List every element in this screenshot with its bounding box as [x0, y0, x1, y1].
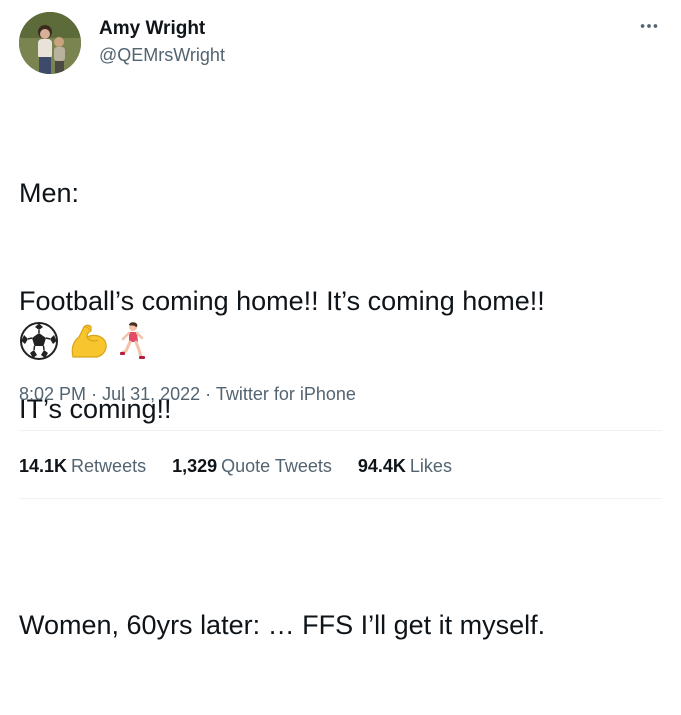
divider [19, 430, 662, 431]
meta-separator: · [205, 384, 212, 404]
likes-count: 94.4K [357, 456, 406, 476]
emoji-row [19, 320, 147, 362]
soccer-ball-icon [20, 322, 58, 360]
likes-label: Likes [409, 456, 452, 476]
quote-tweets-count: 1,329 [172, 456, 218, 476]
quote-tweets-stat[interactable]: 1,329 Quote Tweets [172, 456, 332, 477]
retweets-count: 14.1K [19, 456, 68, 476]
flexed-biceps-icon [71, 324, 107, 358]
more-dots-icon [640, 24, 658, 28]
avatar[interactable] [19, 12, 81, 74]
retweets-stat[interactable]: 14.1K Retweets [19, 456, 146, 477]
tweet-date-link[interactable]: Jul 31, 2022 [102, 384, 200, 404]
likes-stat[interactable]: 94.4K Likes [358, 456, 452, 477]
retweets-label: Retweets [71, 456, 147, 476]
tweet-stats: 14.1K Retweets 1,329 Quote Tweets 94.4K Lik… [19, 456, 452, 477]
tweet-text: Men: Football’s coming home!! It’s comin… [19, 103, 659, 715]
tweet-text-line: Men: [19, 178, 80, 208]
tweet-text-line: Football’s coming home!! It’s coming hom… [19, 286, 545, 316]
avatar-photo-icon [19, 12, 81, 74]
tweet-time-link[interactable]: 8:02 PM [19, 384, 86, 404]
more-options-button[interactable] [637, 14, 661, 38]
quote-tweets-label: Quote Tweets [221, 456, 332, 476]
tweet-source-link[interactable]: Twitter for iPhone [216, 384, 356, 404]
tweet-meta: 8:02 PM · Jul 31, 2022 · Twitter for iPh… [19, 384, 356, 405]
author-handle[interactable]: @QEMrsWright [99, 45, 225, 66]
woman-running-icon [120, 322, 145, 359]
tweet-text-line [19, 499, 659, 535]
tweet-card: Amy Wright @QEMrsWright Men: Football’s … [0, 0, 681, 640]
author-name[interactable]: Amy Wright [99, 18, 205, 40]
meta-separator: · [91, 384, 98, 404]
tweet-text-line: Women, 60yrs later: … FFS I’ll get it my… [19, 610, 546, 640]
